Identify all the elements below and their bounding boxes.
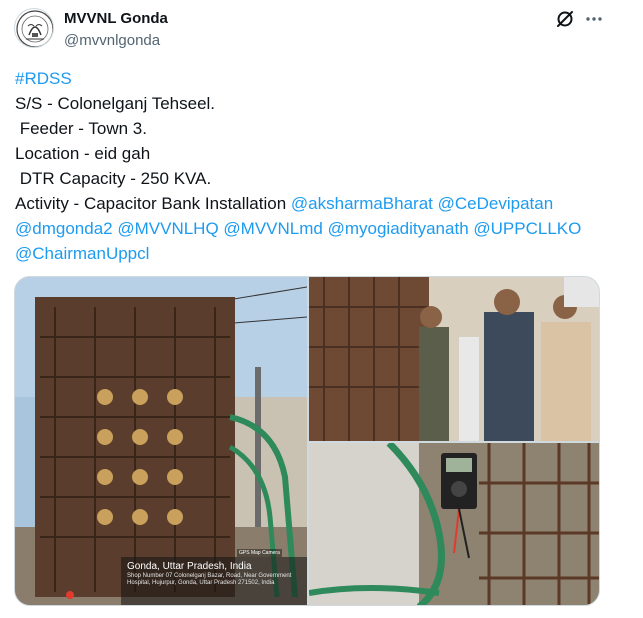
gps-title: Gonda, Uttar Pradesh, India xyxy=(127,561,252,572)
mention-link[interactable]: @dmgonda2 xyxy=(15,219,113,238)
more-button[interactable] xyxy=(583,8,605,30)
gps-camera-tag: GPS Map Camera xyxy=(237,549,282,557)
tweet-line-activity: Activity - Capacitor Bank Installation xyxy=(15,194,291,213)
mention-link[interactable]: @ChairmanUppcl xyxy=(15,244,149,263)
tweet-line-substation: S/S - Colonelganj Tehseel. xyxy=(15,94,216,113)
gps-location-overlay: Gonda, Uttar Pradesh, India Shop Number … xyxy=(121,557,307,605)
mention-link[interactable]: @MVVNLHQ xyxy=(117,219,218,238)
mention-link[interactable]: @aksharmaBharat xyxy=(291,194,433,213)
tweet-line-feeder: Feeder - Town 3. xyxy=(15,119,147,138)
mention-link[interactable]: @CeDevipatan xyxy=(438,194,554,213)
photo-workers[interactable] xyxy=(309,277,599,441)
mention-link[interactable]: @MVVNLmd xyxy=(223,219,322,238)
grok-icon xyxy=(557,11,573,27)
tweet: MVVNL Gonda @mvvnlgonda #RDSS S/S - Colo… xyxy=(0,0,643,618)
tweet-line-location: Location - eid gah xyxy=(15,144,151,163)
avatar[interactable] xyxy=(14,8,54,48)
tweet-line-dtr: DTR Capacity - 250 KVA. xyxy=(15,169,212,188)
tweet-text: #RDSS S/S - Colonelganj Tehseel. Feeder … xyxy=(15,66,615,266)
mention-link[interactable]: @UPPCLLKO xyxy=(473,219,581,238)
photo-multimeter[interactable] xyxy=(309,443,599,605)
more-dots-icon xyxy=(586,17,602,21)
state-emblem-icon xyxy=(16,10,53,47)
grok-button[interactable] xyxy=(554,8,576,30)
photo-capacitor-bank[interactable]: GPS Map Camera Gonda, Uttar Pradesh, Ind… xyxy=(15,277,307,605)
author-name[interactable]: MVVNL Gonda xyxy=(64,10,168,27)
hashtag-link[interactable]: #RDSS xyxy=(15,66,615,91)
media-grid: GPS Map Camera Gonda, Uttar Pradesh, Ind… xyxy=(14,276,600,606)
author-handle[interactable]: @mvvnlgonda xyxy=(64,32,160,49)
gps-address: Shop Number 07 Colonelganj Bazar, Road, … xyxy=(127,573,292,586)
mention-link[interactable]: @myogiadityanath xyxy=(328,219,469,238)
